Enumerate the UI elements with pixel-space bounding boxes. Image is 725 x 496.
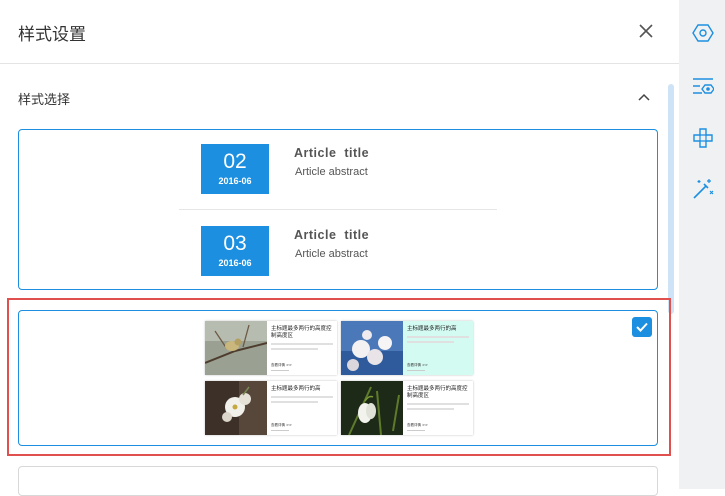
tile-text-line bbox=[271, 401, 318, 403]
tile-text-line bbox=[407, 336, 469, 338]
panel-header: 样式设置 bbox=[0, 0, 679, 64]
tile-link-line bbox=[271, 370, 289, 371]
tile-title: 主标题最多两行的高度控制高度区 bbox=[271, 326, 332, 339]
divider bbox=[179, 209, 497, 210]
grid-tile: 主标题最多两行的高度控制高度区 查看详情 >> bbox=[341, 381, 473, 435]
tile-link-line bbox=[407, 370, 425, 371]
article-abstract: Article abstract bbox=[295, 166, 368, 178]
settings-hex-icon[interactable] bbox=[692, 22, 714, 44]
tile-link-line bbox=[407, 430, 425, 431]
tile-link: 查看详情 >> bbox=[271, 363, 292, 367]
style-list-icon[interactable] bbox=[692, 76, 714, 98]
selected-checkbox[interactable] bbox=[632, 317, 652, 337]
date-year-month: 2016-06 bbox=[218, 258, 252, 268]
article-abstract: Article abstract bbox=[295, 248, 368, 260]
tile-body: 主标题最多两行的高度控制高度区 查看详情 >> bbox=[403, 381, 473, 435]
tile-text-line bbox=[407, 341, 454, 343]
tile-title: 主标题最多两行的高度控制高度区 bbox=[407, 386, 468, 399]
date-year-month: 2016-06 bbox=[218, 176, 252, 186]
style-selection-header[interactable]: 样式选择 bbox=[0, 80, 668, 116]
date-badge: 02 2016-06 bbox=[201, 144, 269, 194]
component-plus-icon[interactable] bbox=[692, 127, 714, 149]
blossom-sky-image bbox=[341, 321, 403, 375]
close-icon[interactable] bbox=[636, 21, 656, 41]
magic-wand-icon[interactable] bbox=[692, 178, 714, 200]
section-title: 样式选择 bbox=[18, 93, 71, 108]
article-item: 02 2016-06 Article title Article abstrac… bbox=[201, 144, 515, 214]
tile-text-line bbox=[271, 396, 333, 398]
article-item: 03 2016-06 Article title Article abstrac… bbox=[201, 226, 515, 296]
date-day: 02 bbox=[223, 150, 247, 173]
style-option-date-list[interactable]: 02 2016-06 Article title Article abstrac… bbox=[18, 129, 658, 290]
date-badge: 03 2016-06 bbox=[201, 226, 269, 276]
tile-text-line bbox=[271, 343, 333, 345]
check-icon bbox=[636, 322, 648, 332]
snowdrop-image bbox=[341, 381, 403, 435]
date-day: 03 bbox=[223, 232, 247, 255]
page-title: 样式设置 bbox=[18, 25, 86, 45]
tile-link: 查看详情 >> bbox=[271, 423, 292, 427]
grid-tile: 主标题最多两行的高 查看详情 >> bbox=[341, 321, 473, 375]
tile-text-line bbox=[407, 403, 469, 405]
tile-link-line bbox=[271, 430, 289, 431]
right-tool-rail bbox=[679, 0, 725, 489]
tile-text-line bbox=[271, 348, 318, 350]
style-option-next[interactable] bbox=[18, 466, 658, 496]
scrollbar-thumb[interactable] bbox=[668, 84, 674, 314]
tile-link: 查看详情 >> bbox=[407, 423, 428, 427]
tile-body: 主标题最多两行的高 查看详情 >> bbox=[267, 381, 337, 435]
white-flower-image bbox=[205, 381, 267, 435]
bird-branch-image bbox=[205, 321, 267, 375]
tile-body: 主标题最多两行的高 查看详情 >> bbox=[403, 321, 473, 375]
grid-tile: 主标题最多两行的高度控制高度区 查看详情 >> bbox=[205, 321, 337, 375]
tile-title: 主标题最多两行的高 bbox=[407, 326, 457, 332]
tile-body: 主标题最多两行的高度控制高度区 查看详情 >> bbox=[267, 321, 337, 375]
chevron-up-icon[interactable] bbox=[637, 92, 651, 102]
tile-title: 主标题最多两行的高 bbox=[271, 386, 321, 392]
style-option-image-grid[interactable]: 主标题最多两行的高度控制高度区 查看详情 >> 主标题最多两行的高 查看详情 >… bbox=[18, 310, 658, 446]
article-title: Article title bbox=[294, 228, 370, 242]
tile-text-line bbox=[407, 408, 454, 410]
tile-link: 查看详情 >> bbox=[407, 363, 428, 367]
grid-tile: 主标题最多两行的高 查看详情 >> bbox=[205, 381, 337, 435]
style-settings-panel: 样式设置 样式选择 02 2016-06 Article title Artic… bbox=[0, 0, 679, 496]
article-title: Article title bbox=[294, 146, 370, 160]
